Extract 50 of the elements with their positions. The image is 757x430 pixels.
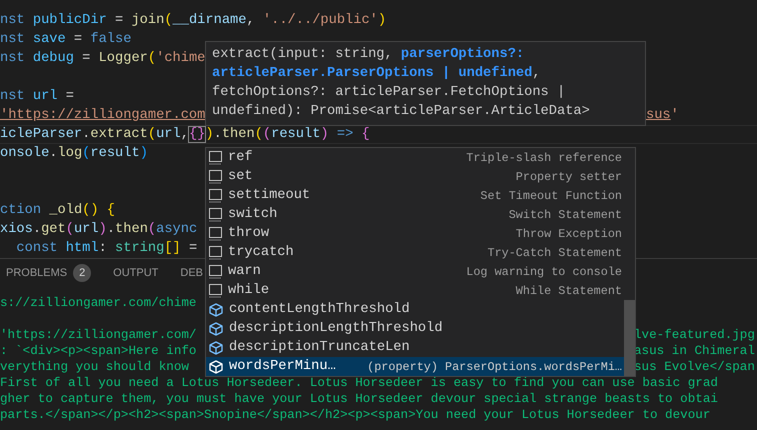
- terminal-line: First of all you need a Lotus Horsedeer. Lotus Horsedeer is easy to find you can use basic grad: [0, 375, 718, 391]
- suggestion-item[interactable]: switch Switch Statement: [206, 205, 624, 224]
- terminal-line: gher to capture them, you must have your Lotus Horsedeer devour special strange beasts to obtai: [0, 391, 718, 407]
- code-line: nst url =: [0, 88, 74, 106]
- square-icon: [209, 284, 222, 298]
- suggestion-item[interactable]: throw Throw Exception: [206, 224, 624, 243]
- terminal-fragment: lve-featured.jpg: [634, 327, 756, 343]
- code-line: nst publicDir = join(__dirname, '../../public'): [0, 12, 386, 30]
- suggestion-item[interactable]: descriptionTruncateLen: [206, 338, 624, 357]
- cube-icon: [209, 340, 223, 354]
- code-line: const html: string[] =: [15, 240, 198, 258]
- square-icon: [209, 150, 222, 164]
- square-icon: [209, 264, 222, 278]
- suggestion-item[interactable]: warn Log warning to console: [206, 262, 624, 281]
- square-icon: [209, 226, 222, 240]
- panel-tab[interactable]: PROBLEMS 2: [6, 260, 92, 286]
- code-line: nst debug = Logger('chime: [0, 50, 206, 68]
- terminal-line: s://zilliongamer.com/chime: [0, 295, 196, 311]
- suggestion-item[interactable]: contentLengthThreshold: [206, 300, 624, 319]
- square-icon: [209, 208, 222, 222]
- code-fragment: sus': [646, 107, 680, 125]
- panel-tab[interactable]: OUTPUT: [113, 262, 158, 284]
- square-icon: [209, 170, 222, 184]
- signature-tooltip: extract(input: string, parserOptions?: articleParser.ParserOptions | undefined, fetchOptions?: articleParser.FetchOptions | undefined): Promise<articleParser.ArticleData>: [205, 41, 646, 126]
- code-line: 'https://zilliongamer.com: [0, 107, 206, 125]
- square-icon: [209, 188, 222, 202]
- cube-icon: [209, 360, 223, 374]
- code-line: ction _old() {: [0, 202, 116, 220]
- suggestion-item[interactable]: ref Triple-slash reference: [206, 148, 624, 167]
- suggestion-item[interactable]: set Property setter: [206, 167, 624, 186]
- terminal-line: verything you should know: [0, 359, 189, 375]
- terminal-line: parts.</span></p><h2><span>Snopine</span></h2><p><span>You need your Lotus Horsedeer to devour: [0, 407, 710, 423]
- terminal-fragment: sus Evolve</span: [634, 359, 756, 375]
- terminal-line: : `<div><p><span>Here info: [0, 343, 196, 359]
- code-line: nst save = false: [0, 31, 132, 49]
- code-line: onsole.log(result): [0, 145, 148, 163]
- cube-icon: [209, 302, 223, 316]
- suggestion-item[interactable]: wordsPerMinu… (property) ParserOptions.wordsPerMi…: [206, 357, 624, 376]
- suggestion-item[interactable]: descriptionLengthThreshold: [206, 319, 624, 338]
- panel-tab[interactable]: DEB: [180, 262, 203, 284]
- code-line: xios.get(url).then(async: [0, 221, 198, 239]
- scrollbar[interactable]: [624, 300, 635, 376]
- suggestion-item[interactable]: trycatch Try-Catch Statement: [206, 243, 624, 262]
- code-line: icleParser.extract(url,{}).then((result) => {: [0, 126, 370, 143]
- count-badge: 2: [73, 264, 92, 282]
- suggestion-item[interactable]: settimeout Set Timeout Function: [206, 186, 624, 205]
- square-icon: [209, 246, 222, 260]
- terminal-line: 'https://zilliongamer.com/: [0, 327, 196, 343]
- suggestion-item[interactable]: while While Statement: [206, 281, 624, 300]
- cube-icon: [209, 322, 223, 336]
